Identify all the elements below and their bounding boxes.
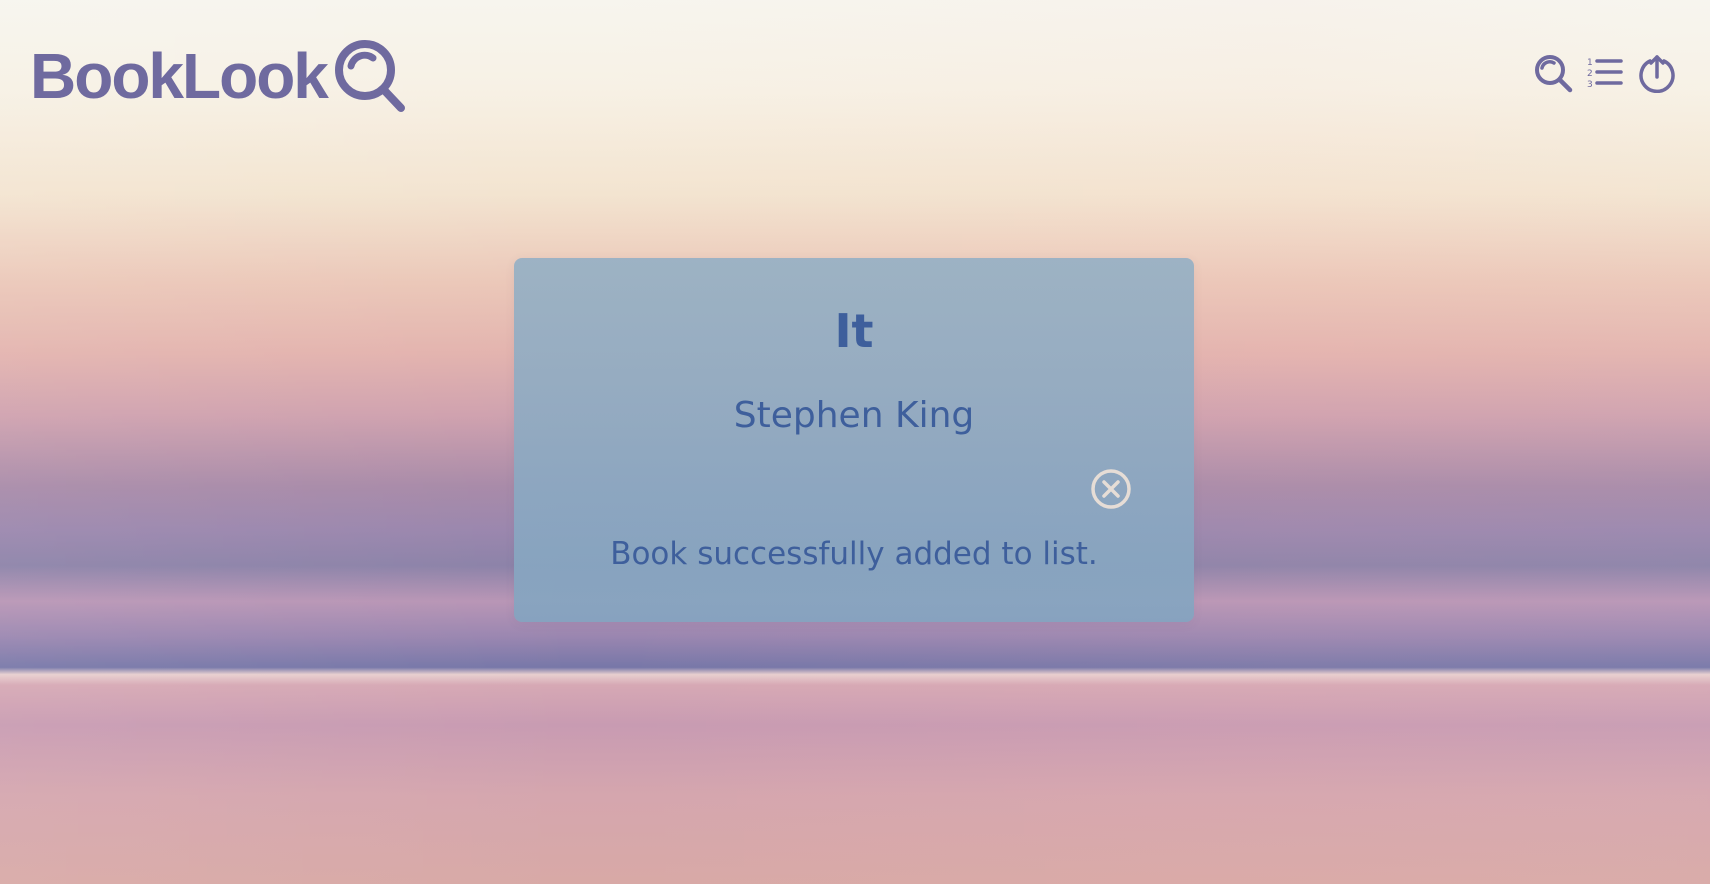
app-logo[interactable]: BookLook [30,36,409,116]
book-title: It [834,304,874,358]
success-message: Book successfully added to list. [610,536,1098,572]
svg-text:3: 3 [1587,80,1593,90]
svg-text:1: 1 [1587,58,1593,68]
numbered-list-icon: 1 2 3 [1587,58,1623,90]
logout-button[interactable] [1636,52,1678,94]
book-author: Stephen King [733,395,975,436]
svg-text:2: 2 [1587,69,1593,79]
logo-text: BookLook [30,40,329,112]
close-modal-button[interactable] [1090,468,1132,510]
search-button[interactable] [1532,52,1574,94]
close-circle-icon [1091,469,1131,509]
list-button[interactable]: 1 2 3 [1584,52,1626,94]
book-added-modal: It Stephen King Book successfully added … [514,258,1194,622]
search-icon [1535,55,1573,93]
magnifier-logo-icon [334,40,405,112]
top-toolbar: 1 2 3 [1532,52,1678,94]
power-icon [1639,55,1675,93]
